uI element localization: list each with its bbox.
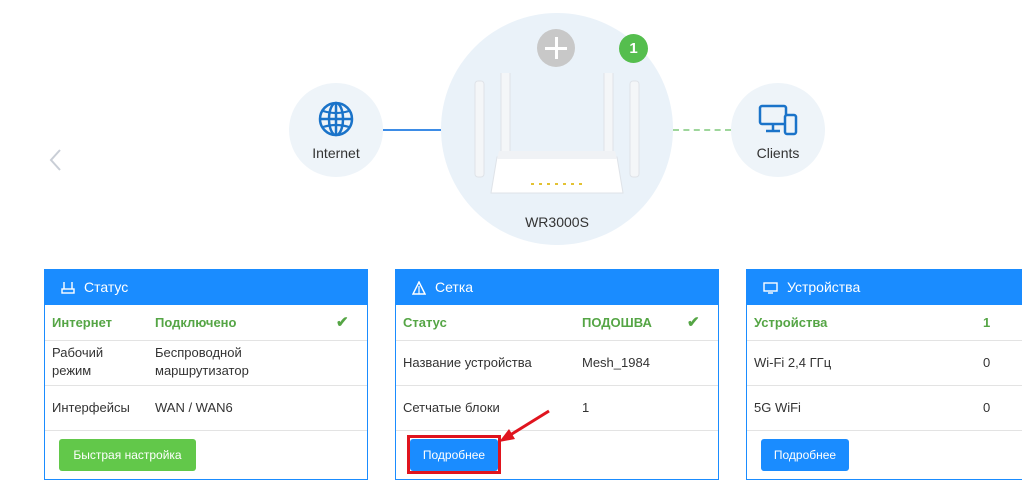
table-row: Wi-Fi 2,4 ГГц 0 xyxy=(747,340,1022,386)
table-row: Интернет Подключено ✔ xyxy=(45,305,367,341)
devices-icon xyxy=(758,104,798,136)
status-card-header: Статус xyxy=(45,270,367,305)
row-label: Название устройства xyxy=(403,355,532,370)
devices-card: Устройства Устройства 1 Wi-Fi 2,4 ГГц 0 … xyxy=(746,269,1022,480)
table-row: 5G WiFi 0 xyxy=(747,385,1022,431)
check-icon: ✔ xyxy=(336,314,349,331)
row-label: Устройства xyxy=(754,315,828,330)
annotation-arrow xyxy=(499,409,550,442)
highlight-frame xyxy=(407,435,501,474)
mesh-card-title: Сетка xyxy=(435,279,474,295)
router-image xyxy=(474,73,640,194)
table-row: Статус ПОДОШВА ✔ xyxy=(396,305,718,341)
row-label: Рабочий режим xyxy=(52,345,104,378)
internet-node[interactable]: Internet xyxy=(289,83,383,177)
devices-card-title: Устройства xyxy=(787,279,861,295)
row-value: Mesh_1984 xyxy=(582,355,650,370)
row-value: Подключено xyxy=(155,315,237,330)
router-icon xyxy=(61,281,75,294)
table-row: Название устройства Mesh_1984 xyxy=(396,340,718,386)
clients-node[interactable]: Clients xyxy=(731,83,825,177)
row-value: ПОДОШВА xyxy=(582,315,652,330)
row-label: Сетчатые блоки xyxy=(403,400,500,415)
row-value: 0 xyxy=(983,400,991,415)
devices-details-button[interactable]: Подробнее xyxy=(761,439,849,471)
table-row: Сетчатые блоки 1 xyxy=(396,385,718,431)
row-value: 1 xyxy=(983,315,991,330)
row-value: WAN / WAN6 xyxy=(155,400,233,415)
row-label: Интернет xyxy=(52,315,113,330)
network-topology: Internet WR3000S 1 Clients xyxy=(0,0,1022,262)
row-label: Статус xyxy=(403,315,447,330)
router-label: WR3000S xyxy=(525,214,589,230)
internet-label: Internet xyxy=(312,145,360,161)
mesh-icon xyxy=(412,280,426,295)
row-label: 5G WiFi xyxy=(754,400,801,415)
mesh-card: Сетка Статус ПОДОШВА ✔ Название устройст… xyxy=(395,269,719,480)
row-value: 1 xyxy=(582,400,590,415)
status-card-title: Статус xyxy=(84,279,129,295)
status-card: Статус Интернет Подключено ✔ Рабочий реж… xyxy=(44,269,368,480)
row-label: Wi-Fi 2,4 ГГц xyxy=(754,355,832,370)
globe-icon xyxy=(318,101,354,137)
mesh-card-header: Сетка xyxy=(396,270,718,305)
add-node-plus-icon[interactable] xyxy=(537,29,575,67)
monitor-icon xyxy=(763,281,778,294)
chevron-left-icon[interactable] xyxy=(44,146,68,174)
clients-connection-line xyxy=(673,129,731,131)
internet-connection-line xyxy=(383,129,441,131)
table-row: Рабочий режим Беспроводной маршрутизатор xyxy=(45,340,367,386)
node-count-badge: 1 xyxy=(619,34,648,63)
row-value: Беспроводной маршрутизатор xyxy=(155,345,249,378)
table-row: Интерфейсы WAN / WAN6 xyxy=(45,385,367,431)
table-row: Устройства 1 xyxy=(747,305,1022,341)
row-label: Интерфейсы xyxy=(52,400,130,415)
devices-card-header: Устройства xyxy=(747,270,1022,305)
clients-label: Clients xyxy=(756,145,800,161)
check-icon: ✔ xyxy=(687,314,700,331)
quick-setup-button[interactable]: Быстрая настройка xyxy=(59,439,196,471)
row-value: 0 xyxy=(983,355,991,370)
